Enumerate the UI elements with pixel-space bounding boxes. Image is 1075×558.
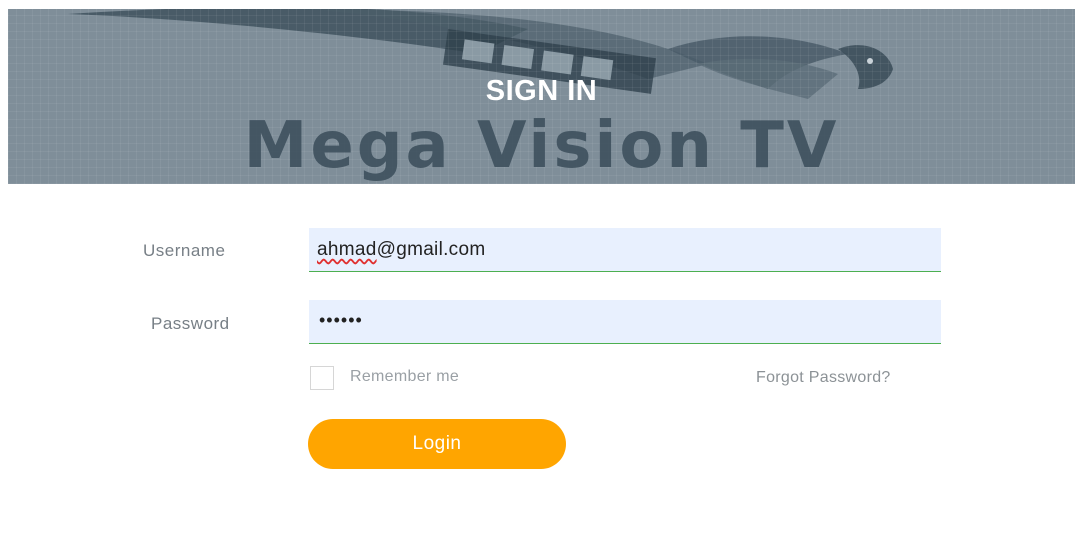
- username-label: Username: [143, 241, 226, 260]
- login-button[interactable]: Login: [308, 419, 566, 469]
- brand-name: Mega Vision TV: [243, 109, 840, 183]
- username-value-misspelled-part: ahmad: [317, 239, 377, 260]
- sign-in-banner: SIGN IN Mega Vision TV: [8, 9, 1075, 184]
- password-label: Password: [151, 314, 230, 333]
- remember-me-checkbox[interactable]: [310, 366, 334, 390]
- forgot-password-link[interactable]: Forgot Password?: [756, 369, 891, 387]
- page-title: SIGN IN: [485, 75, 598, 107]
- username-value-domain: @gmail.com: [376, 239, 486, 260]
- remember-me-label[interactable]: Remember me: [350, 368, 459, 386]
- password-field[interactable]: ••••••: [309, 300, 941, 344]
- username-value[interactable]: ahmad@gmail.com: [317, 239, 485, 261]
- password-value: ••••••: [319, 310, 363, 330]
